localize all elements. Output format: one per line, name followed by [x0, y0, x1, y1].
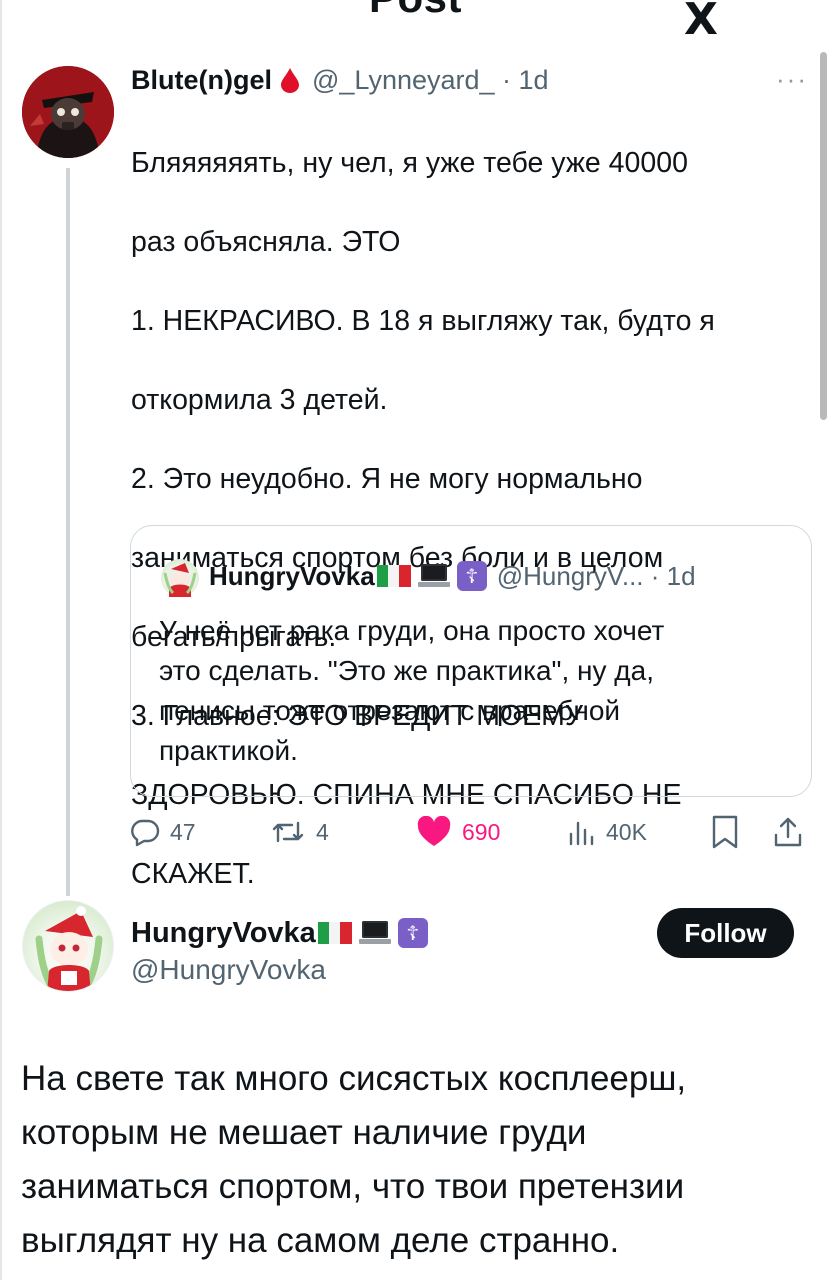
author-handle[interactable]: @_Lynneyard_ · 1d [312, 65, 549, 96]
tweet-more-button[interactable]: ··· [776, 64, 808, 95]
quote-text-line: это сделать. "Это же практика", ну да, [159, 655, 654, 686]
action-bar: 47 4 690 40K [130, 812, 820, 852]
orthodox-cross-icon: ☦ [456, 561, 487, 591]
reply-text-line: выглядят ну на самом деле странно. [21, 1221, 620, 1260]
blood-drop-icon [280, 67, 300, 93]
tweet-text-line: 1. НЕКРАСИВО. В 18 я выгляжу так, будто … [131, 304, 715, 337]
views-icon [569, 821, 594, 846]
reply-author-row: HungryVovka ☦ [131, 912, 428, 954]
laptop-icon [358, 920, 392, 946]
like-button[interactable]: 690 [416, 812, 500, 852]
tweet-text-line: раз объясняла. ЭТО [131, 225, 401, 258]
quote-header: HungryVovka ☦ @HungryV... · 1d [209, 556, 696, 596]
reply-text: На свете так много сисястых косплеерш, к… [21, 1052, 811, 1268]
italy-flag-icon [376, 565, 411, 587]
header-more-button[interactable]: ··· [748, 0, 791, 17]
reply-button[interactable]: 47 [130, 812, 196, 852]
reply-count: 47 [170, 818, 196, 845]
laptop-icon [417, 563, 451, 589]
reply-author-name[interactable]: HungryVovka [131, 917, 316, 950]
x-logo[interactable]: X [684, 0, 718, 45]
share-icon [774, 817, 802, 847]
top-bar: Post X ··· [0, 0, 831, 45]
repost-button[interactable]: 4 [270, 812, 329, 852]
avatar[interactable] [22, 66, 114, 158]
scrollbar[interactable] [820, 52, 827, 420]
repost-count: 4 [316, 818, 329, 845]
reply-text-line: которым не мешает наличие груди [21, 1113, 587, 1152]
quote-text: У неё нет рака груди, она просто хочет э… [159, 611, 779, 771]
author-name[interactable]: Blute(n)gel [131, 65, 272, 96]
tweet-text-line: 2. Это неудобно. Я не могу нормально [131, 462, 643, 495]
tweet-text-line: СКАЖЕТ. [131, 857, 255, 890]
bookmark-button[interactable] [710, 812, 750, 852]
reply-author-handle[interactable]: @HungryVovka [131, 954, 326, 986]
views-count: 40K [606, 818, 647, 845]
quote-avatar[interactable] [161, 559, 199, 597]
tweet-header: Blute(n)gel @_Lynneyard_ · 1d [131, 62, 549, 98]
quote-text-line: пенисы тоже отрезают с врачебной [159, 695, 621, 726]
quote-text-line: практикой. [159, 735, 298, 766]
quote-author-name[interactable]: HungryVovka [209, 561, 375, 592]
repost-icon [272, 821, 304, 843]
orthodox-cross-icon: ☦ [397, 918, 428, 948]
reply-icon [131, 819, 160, 847]
like-count: 690 [462, 818, 501, 845]
quote-author-handle[interactable]: @HungryV... · 1d [497, 561, 696, 592]
views-button[interactable]: 40K [566, 812, 647, 852]
share-button[interactable] [772, 812, 814, 852]
tweet-text-line: Бляяяяяять, ну чел, я уже тебе уже 40000 [131, 146, 688, 179]
italy-flag-icon [317, 922, 352, 944]
reply-text-line: заниматься спортом, что твои претензии [21, 1167, 685, 1206]
bookmark-icon [712, 815, 738, 849]
quote-text-line: У неё нет рака груди, она просто хочет [159, 615, 665, 646]
reply-text-line: На свете так много сисястых косплеерш, [21, 1059, 687, 1098]
tweet-text-line: откормила 3 детей. [131, 383, 388, 416]
quoted-tweet-card[interactable]: HungryVovka ☦ @HungryV... · 1d У неё нет… [130, 525, 812, 797]
avatar[interactable] [22, 900, 114, 992]
heart-icon [417, 816, 451, 846]
tweet-text: Бляяяяяять, ну чел, я уже тебе уже 40000… [131, 104, 801, 934]
left-border [0, 0, 2, 1280]
follow-button[interactable]: Follow [657, 908, 794, 958]
thread-line [66, 168, 70, 896]
